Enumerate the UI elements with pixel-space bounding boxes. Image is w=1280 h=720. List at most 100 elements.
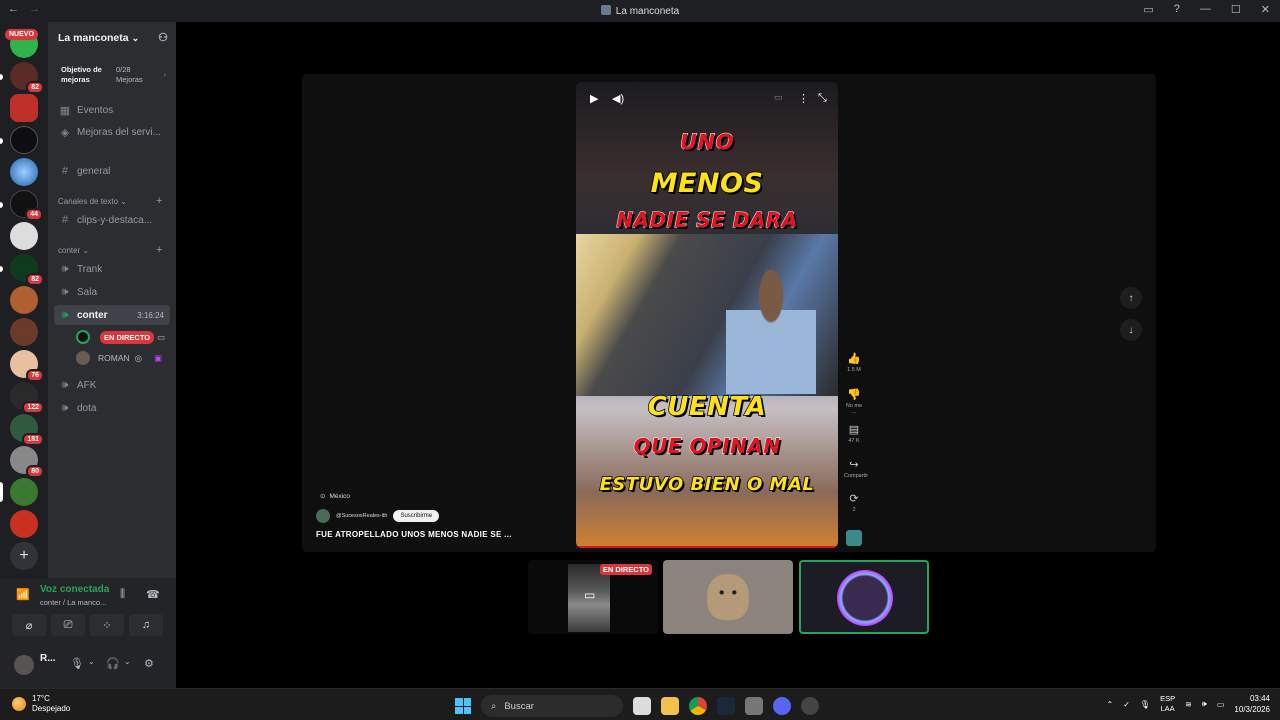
app-icon[interactable] [801, 697, 819, 715]
share-action[interactable]: ↪ Compartir [844, 458, 868, 479]
chrome-icon[interactable] [689, 697, 707, 715]
activities-button[interactable]: ⁘ [90, 614, 124, 636]
disconnect-icon[interactable]: ☎ [146, 588, 160, 601]
driver-figure [726, 254, 816, 394]
microphone-icon[interactable]: 🎙 [70, 657, 84, 670]
task-view-icon[interactable] [633, 697, 651, 715]
chevron-down-icon[interactable]: ⌄ [88, 657, 95, 666]
video-progress-bar[interactable] [576, 546, 838, 548]
voice-user-streamer[interactable]: EN DIRECTO ▭ [76, 328, 165, 346]
server-icon-5[interactable] [10, 158, 38, 186]
server-icon-6[interactable]: 44 [10, 190, 43, 221]
category-voice[interactable]: conter ⌄ + [58, 244, 162, 256]
category-text-channels[interactable]: Canales de texto ⌄ + [58, 195, 162, 207]
headphones-icon[interactable]: 🎧 [106, 657, 120, 670]
channel-handle[interactable]: @SucesosReales-ith [336, 513, 387, 519]
voice-user-roman[interactable]: ROMAN ◎ ▣ [76, 349, 162, 367]
wifi-icon[interactable]: ≋ [1185, 700, 1192, 709]
video-title[interactable]: FUE ATROPELLADO UNOS MENOS NADIE SE ... [316, 530, 512, 539]
play-icon[interactable]: ▶ [590, 92, 598, 105]
more-options-icon[interactable]: ⋮ [798, 92, 809, 105]
server-icon-3[interactable] [10, 94, 38, 122]
voice-status[interactable]: Voz conectada [40, 584, 109, 595]
voice-channel-sala[interactable]: 🕪 Sala [54, 282, 170, 302]
comments-action[interactable]: ▤ 47 K [844, 423, 864, 444]
activity-icon: ▣ [154, 352, 163, 363]
location-tag[interactable]: ⊙ México [320, 492, 350, 501]
boost-goal[interactable]: Objetivo de mejoras 0/28 Mejoras › [54, 60, 170, 90]
minimize-button[interactable]: — [1200, 3, 1211, 16]
server-icon-4[interactable] [10, 126, 38, 154]
sound-thumbnail[interactable] [844, 530, 864, 546]
collapse-icon[interactable]: ⤡ [818, 92, 827, 105]
voice-channel-dota[interactable]: 🕪 dota [54, 398, 170, 418]
channel-avatar[interactable] [316, 509, 330, 523]
help-icon[interactable]: ? [1174, 3, 1180, 16]
signal-icon[interactable]: 📶 [16, 588, 30, 601]
settings-icon[interactable] [745, 697, 763, 715]
search-box[interactable]: ⌕ Buscar [481, 695, 623, 717]
soundboard-button[interactable]: ♫ [129, 614, 163, 636]
invite-icon[interactable]: ⚇ [158, 31, 168, 44]
server-icon-7[interactable] [10, 222, 38, 250]
close-button[interactable]: ✕ [1261, 3, 1270, 16]
captions-icon[interactable]: ▭ [774, 92, 783, 103]
chevron-up-icon[interactable]: ⌃ [1107, 700, 1114, 709]
steam-icon[interactable] [717, 697, 735, 715]
server-icon-14[interactable]: 80 [10, 446, 44, 478]
camera-off-button[interactable]: ⌀ [12, 614, 46, 636]
chevron-down-icon[interactable]: ⌄ [124, 657, 131, 666]
inbox-icon[interactable]: ▭ [1143, 3, 1153, 16]
mic-tray-icon[interactable]: 🎙 [1140, 700, 1150, 709]
user-name[interactable]: R... [40, 653, 56, 664]
weather-widget[interactable]: 17°C Despejado [12, 694, 70, 714]
volume-icon[interactable]: ◀) [612, 92, 624, 105]
voice-channel-path[interactable]: conter / La manco... [40, 598, 106, 607]
bluetooth-icon[interactable]: ✓ [1123, 700, 1130, 709]
participant-tile-speaking[interactable] [799, 560, 929, 634]
server-icon-12[interactable]: 122 [10, 382, 44, 414]
settings-gear-icon[interactable]: ⚙ [144, 657, 154, 670]
start-icon[interactable] [455, 698, 471, 714]
server-icon-2[interactable]: 82 [10, 62, 44, 94]
remix-action[interactable]: ⟳ 2 [844, 492, 864, 513]
voice-channel-conter[interactable]: 🕪 conter 3:16:24 [54, 305, 170, 325]
server-icon-11[interactable]: 76 [10, 350, 44, 382]
server-icon-8[interactable]: 82 [10, 254, 44, 286]
add-server-button[interactable]: + [10, 542, 38, 570]
discord-icon[interactable] [773, 697, 791, 715]
next-video-button[interactable]: ↓ [1120, 319, 1142, 341]
participant-tile-cat[interactable] [663, 560, 793, 634]
participant-tile-stream[interactable]: EN DIRECTO ▭ [528, 560, 658, 634]
file-explorer-icon[interactable] [661, 697, 679, 715]
screen-share-button[interactable]: ⎚ [51, 614, 85, 636]
voice-channel-afk[interactable]: 🕪 AFK [54, 375, 170, 395]
dislike-action[interactable]: 👎 No me ... [844, 388, 864, 415]
like-action[interactable]: 👍 1.5 M [844, 352, 864, 373]
language-indicator[interactable]: ESP LAA [1160, 694, 1175, 714]
channel-server-boosts[interactable]: ◈ Mejoras del servi... [54, 122, 170, 142]
new-badge: NUEVO [5, 29, 38, 40]
add-channel-icon[interactable]: + [156, 244, 162, 256]
server-icon-16[interactable] [10, 510, 38, 538]
add-channel-icon[interactable]: + [156, 195, 162, 207]
clock[interactable]: 03:44 10/3/2026 [1234, 693, 1270, 715]
server-icon-15[interactable] [10, 478, 38, 506]
avatar[interactable] [14, 655, 34, 675]
shorts-video[interactable]: ▶ ◀) ▭ ⋮ ⤡ UNO MENOS NADIE SE DARA CUENT… [576, 82, 838, 548]
battery-icon[interactable]: ▭ [1217, 700, 1225, 709]
server-icon-9[interactable] [10, 286, 38, 314]
voice-channel-trank[interactable]: 🕪 Trank [54, 259, 170, 279]
noise-suppression-icon[interactable]: ⫼ [120, 588, 125, 601]
channel-clips[interactable]: # clips-y-destaca... [54, 210, 170, 230]
volume-tray-icon[interactable]: 🕪 [1202, 699, 1207, 709]
maximize-button[interactable]: ☐ [1231, 3, 1241, 16]
subscribe-button[interactable]: Suscribirme [393, 510, 440, 522]
previous-video-button[interactable]: ↑ [1120, 287, 1142, 309]
channel-label: Mejoras del servi... [77, 126, 161, 138]
server-icon-10[interactable] [10, 318, 38, 346]
channel-general[interactable]: # general [54, 161, 170, 181]
guild-header[interactable]: La manconeta ⌄ ⚇ [48, 22, 176, 54]
server-icon-13[interactable]: 181 [10, 414, 44, 446]
channel-events[interactable]: ▦ Eventos [54, 100, 170, 120]
